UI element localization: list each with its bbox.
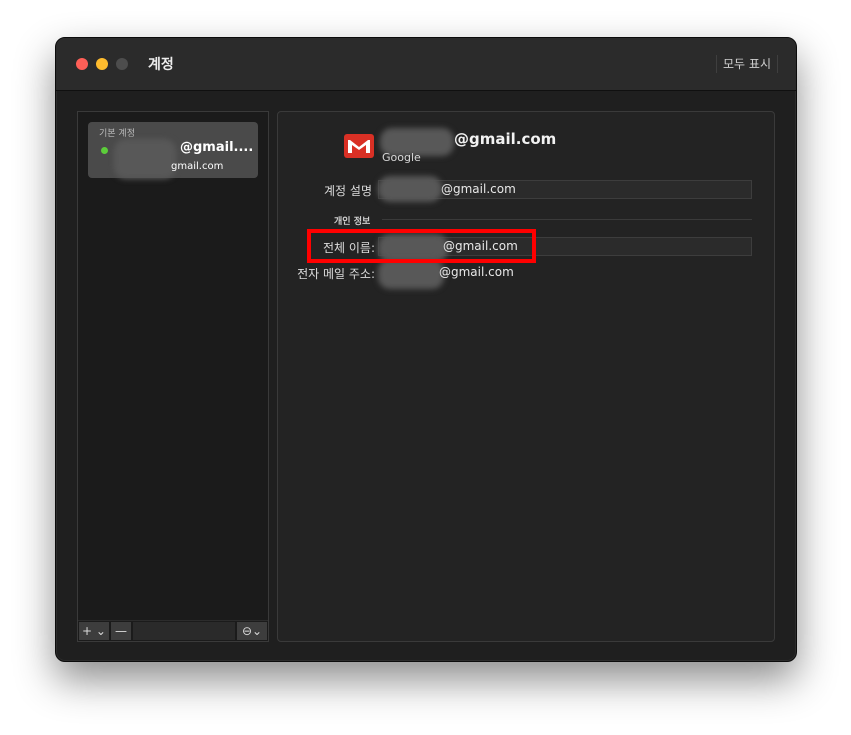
account-header-email: @gmail.com xyxy=(454,130,557,148)
email-address-value: @gmail.com xyxy=(439,265,514,279)
minimize-button[interactable] xyxy=(96,58,108,70)
toolbar-spacer xyxy=(133,622,235,640)
show-all-button[interactable]: 모두 표시 xyxy=(716,55,778,73)
provider-label: Google xyxy=(382,151,421,164)
zoom-button[interactable] xyxy=(116,58,128,70)
personal-info-heading: 개인 정보 xyxy=(334,217,371,227)
redacted-blur xyxy=(378,259,444,289)
account-name: @gmail.... xyxy=(180,140,254,155)
sidebar-toolbar: + ⌄ — ⊖⌄ xyxy=(78,620,268,641)
section-divider xyxy=(382,219,752,220)
redacted-blur xyxy=(114,139,176,179)
account-detail-pane: @gmail.com Google 계정 설명 @gmail.com 개인 정보… xyxy=(277,111,775,642)
title-bar: 계정 모두 표시 xyxy=(56,38,796,91)
more-options-button[interactable]: ⊖⌄ xyxy=(237,622,267,640)
account-section-label: 기본 계정 xyxy=(99,129,135,139)
account-description-value: @gmail.com xyxy=(441,182,516,196)
account-description-label: 계정 설명 xyxy=(324,184,372,198)
highlight-box xyxy=(307,229,536,263)
account-email: gmail.com xyxy=(171,161,224,172)
account-list-item[interactable]: 기본 계정 @gmail.... gmail.com xyxy=(88,122,258,179)
redacted-blur xyxy=(378,176,442,202)
accounts-window: 계정 모두 표시 기본 계정 @gmail.... gmail.com + ⌄ … xyxy=(55,37,797,662)
gmail-icon xyxy=(344,134,374,158)
window-title: 계정 xyxy=(148,57,174,73)
remove-account-button[interactable]: — xyxy=(111,622,131,640)
status-dot-icon xyxy=(101,147,108,154)
accounts-sidebar: 기본 계정 @gmail.... gmail.com + ⌄ — ⊖⌄ xyxy=(77,111,269,642)
email-address-label: 전자 메일 주소: xyxy=(297,267,375,281)
add-account-button[interactable]: + ⌄ xyxy=(79,622,109,640)
close-button[interactable] xyxy=(76,58,88,70)
